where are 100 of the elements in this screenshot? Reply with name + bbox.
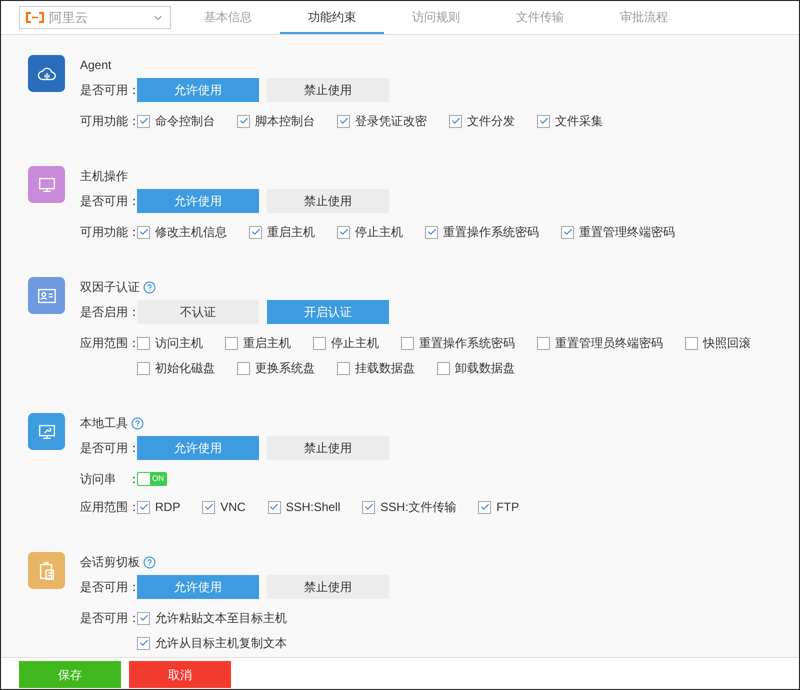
tab[interactable]: 访问规则 bbox=[384, 1, 488, 34]
cloud-select[interactable]: 阿里云 bbox=[19, 6, 171, 29]
checkbox-label: 重置操作系统密码 bbox=[419, 335, 515, 352]
checkbox-label: 修改主机信息 bbox=[155, 224, 227, 241]
check-icon bbox=[338, 116, 348, 126]
checkbox[interactable] bbox=[202, 500, 216, 514]
check-icon bbox=[138, 227, 148, 237]
checkbox-label: 重启主机 bbox=[243, 335, 291, 352]
checkbox[interactable] bbox=[237, 114, 250, 128]
checkbox[interactable] bbox=[337, 362, 350, 374]
checkbox[interactable] bbox=[137, 636, 150, 650]
help-icon[interactable] bbox=[143, 280, 156, 294]
check-icon bbox=[138, 116, 148, 126]
checkbox-label: 停止主机 bbox=[355, 224, 403, 241]
checkbox-label: 脚本控制台 bbox=[255, 113, 315, 130]
checkbox-label: 登录凭证改密 bbox=[355, 113, 427, 130]
field-label: 是否可用： bbox=[80, 82, 137, 99]
checkbox[interactable] bbox=[249, 226, 262, 238]
check-icon bbox=[138, 638, 148, 648]
tab[interactable]: 基本信息 bbox=[176, 1, 280, 34]
field-label: 应用范围： bbox=[80, 335, 137, 352]
checkbox-label: 文件分发 bbox=[467, 113, 515, 130]
checkbox[interactable] bbox=[537, 336, 550, 350]
checkbox-label: 卸载数据盘 bbox=[455, 360, 515, 377]
option-button[interactable]: 禁止使用 bbox=[267, 189, 389, 213]
field-label: 应用范围： bbox=[80, 499, 137, 516]
checkbox[interactable] bbox=[401, 336, 414, 350]
field-label: 可用功能： bbox=[80, 113, 137, 130]
section-title: 会话剪切板 bbox=[80, 554, 140, 571]
checkbox[interactable] bbox=[225, 336, 238, 350]
option-button[interactable]: 开启认证 bbox=[267, 300, 389, 324]
checkbox-label: 允许粘贴文本至目标主机 bbox=[155, 610, 287, 627]
checkbox[interactable] bbox=[362, 500, 376, 514]
checkbox-label: 挂载数据盘 bbox=[355, 360, 415, 377]
checkbox-label: 重置管理员终端密码 bbox=[555, 335, 663, 352]
checkbox-label: 允许从目标主机复制文本 bbox=[155, 635, 287, 652]
section-title: 主机操作 bbox=[80, 168, 128, 185]
check-icon bbox=[562, 227, 572, 237]
option-button[interactable]: 禁止使用 bbox=[267, 436, 389, 460]
option-button[interactable]: 允许使用 bbox=[137, 436, 259, 460]
cancel-button[interactable]: 取消 bbox=[129, 661, 231, 688]
checkbox-label: 停止主机 bbox=[331, 335, 379, 352]
field-label: 是否可用： bbox=[80, 193, 137, 210]
section-title: 双因子认证 bbox=[80, 279, 140, 296]
check-icon bbox=[138, 613, 148, 623]
save-button[interactable]: 保存 bbox=[19, 661, 121, 688]
checkbox-label: 文件采集 bbox=[555, 113, 603, 130]
checkbox[interactable] bbox=[537, 114, 550, 128]
field-label: 访问串 ： bbox=[80, 471, 137, 488]
checkbox[interactable] bbox=[425, 226, 438, 238]
help-icon[interactable] bbox=[143, 556, 156, 568]
checkbox[interactable] bbox=[478, 500, 492, 514]
checkbox[interactable] bbox=[137, 612, 150, 624]
help-icon[interactable] bbox=[131, 416, 144, 430]
check-icon bbox=[138, 502, 148, 512]
option-button[interactable]: 允许使用 bbox=[137, 189, 259, 213]
field-label: 是否启用： bbox=[80, 304, 137, 321]
checkbox[interactable] bbox=[137, 114, 150, 128]
option-button[interactable]: 允许使用 bbox=[137, 575, 259, 599]
check-icon bbox=[538, 116, 548, 126]
checkbox[interactable] bbox=[449, 114, 462, 128]
check-icon bbox=[238, 116, 248, 126]
toggle-switch[interactable]: ON bbox=[137, 472, 167, 486]
checkbox[interactable] bbox=[137, 362, 150, 374]
checkbox[interactable] bbox=[137, 226, 150, 238]
field-label: 是否可用： bbox=[80, 579, 137, 596]
checkbox[interactable] bbox=[137, 336, 150, 350]
checkbox[interactable] bbox=[437, 362, 450, 374]
checkbox-label: FTP bbox=[496, 499, 520, 516]
checkbox-label: 更换系统盘 bbox=[255, 360, 315, 377]
checkbox-label: 重启主机 bbox=[267, 224, 315, 241]
checkbox-label: VNC bbox=[220, 499, 246, 516]
section-title: Agent bbox=[80, 57, 112, 74]
checkbox[interactable] bbox=[313, 336, 326, 350]
logo-icon bbox=[26, 12, 44, 23]
select-value: 阿里云 bbox=[49, 8, 88, 27]
checkbox[interactable] bbox=[268, 500, 281, 514]
checkbox[interactable] bbox=[561, 226, 574, 238]
checkbox-label: 命令控制台 bbox=[155, 113, 215, 130]
option-button[interactable]: 允许使用 bbox=[137, 78, 259, 102]
checkbox-label: 快照回滚 bbox=[703, 335, 751, 352]
check-icon bbox=[450, 116, 460, 126]
check-icon bbox=[338, 227, 348, 237]
checkbox[interactable] bbox=[337, 226, 350, 238]
option-button[interactable]: 禁止使用 bbox=[267, 575, 389, 599]
check-icon bbox=[480, 502, 490, 512]
field-label: 可用功能： bbox=[80, 224, 137, 241]
tab[interactable]: 功能约束 bbox=[280, 1, 384, 34]
check-icon bbox=[250, 227, 260, 237]
check-icon bbox=[204, 502, 214, 512]
option-button[interactable]: 不认证 bbox=[137, 300, 259, 324]
checkbox-label: SSH:文件传输 bbox=[380, 499, 456, 516]
checkbox[interactable] bbox=[137, 500, 150, 514]
checkbox[interactable] bbox=[237, 362, 250, 374]
tab[interactable]: 文件传输 bbox=[488, 1, 592, 34]
checkbox[interactable] bbox=[337, 114, 350, 128]
tab[interactable]: 审批流程 bbox=[592, 1, 696, 34]
option-button[interactable]: 禁止使用 bbox=[267, 78, 389, 102]
checkbox-label: RDP bbox=[155, 499, 180, 516]
checkbox[interactable] bbox=[685, 336, 698, 350]
